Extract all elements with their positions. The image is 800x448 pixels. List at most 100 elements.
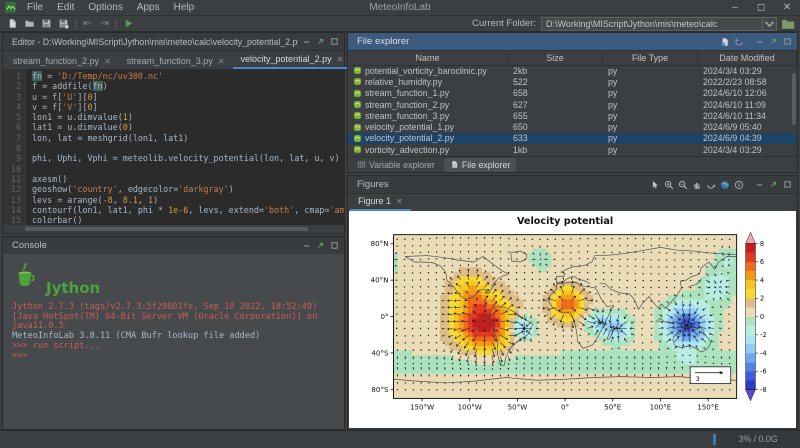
y-tick-label: 80°N — [371, 239, 389, 248]
editor-tab-stream_function_2[interactable]: stream_function_2.py✕ — [5, 53, 119, 69]
code-line: geoshow('country', edgecolor='darkgray') — [32, 184, 344, 194]
code-line: fn = 'D:/Temp/nc/uv300.nc' — [32, 71, 344, 81]
editor-panel-header: Editor - D:\Working\MIScript\Jython\mis\… — [3, 33, 344, 51]
menu-file[interactable]: File — [20, 2, 50, 13]
file-row[interactable]: relative_humidity.py522py2022/2/23 08:58 — [348, 76, 797, 87]
file-row[interactable]: stream_function_2.py627py2024/6/10 11:09 — [348, 99, 797, 110]
python-file-icon — [353, 145, 362, 154]
memory-label: 3% / 0.0G — [716, 431, 800, 448]
file-row[interactable]: vorticity_advection.py1kbpy2024/3/4 03:2… — [348, 144, 797, 155]
file-modified: 2024/6/10 11:09 — [703, 100, 766, 110]
colorbar-tick-label: 4 — [760, 276, 764, 284]
line-number: 12 — [3, 184, 21, 194]
editor-tab-stream_function_3[interactable]: stream_function_3.py✕ — [119, 53, 233, 69]
bottom-tab-label: File explorer — [462, 160, 510, 170]
window-minimize-button[interactable]: – — [722, 0, 748, 15]
undo-button[interactable] — [79, 17, 96, 30]
rotate-icon[interactable] — [706, 180, 716, 190]
file-modified: 2024/3/4 03:29 — [703, 145, 762, 155]
colorbar-extend-over — [746, 232, 756, 243]
tab-close-icon[interactable]: ✕ — [104, 57, 111, 66]
save-as-button[interactable] — [55, 17, 72, 30]
file-list-scrollbar[interactable] — [792, 73, 796, 125]
line-number: 5 — [3, 112, 21, 122]
panel-minimize-icon[interactable] — [755, 37, 764, 46]
column-header-file-type[interactable]: File Type — [603, 53, 698, 63]
file-row[interactable]: velocity_potential_1.py650py2024/6/9 05:… — [348, 121, 797, 132]
file-type: py — [608, 145, 617, 155]
window-controls: – ◻ ✕ — [722, 0, 800, 15]
file-row[interactable]: stream_function_3.py655py2024/6/10 11:34 — [348, 110, 797, 121]
pan-hand-icon[interactable] — [692, 180, 702, 190]
column-header-date-modified[interactable]: Date Modified — [698, 53, 797, 63]
window-maximize-button[interactable]: ◻ — [748, 0, 774, 15]
tab-close-icon[interactable]: ✕ — [396, 197, 403, 206]
panel-minimize-icon[interactable] — [302, 241, 311, 250]
panel-float-icon[interactable] — [769, 180, 778, 189]
panel-maximize-icon[interactable] — [330, 241, 339, 250]
file-modified: 2024/6/10 11:34 — [703, 111, 766, 121]
column-header-size[interactable]: Size — [508, 53, 603, 63]
tab-figure-1[interactable]: Figure 1 ✕ — [350, 193, 411, 211]
y-tick-label: 40°N — [371, 276, 389, 285]
panel-maximize-icon[interactable] — [783, 180, 792, 189]
file-row[interactable]: potential_vorticity_baroclinic.py2kbpy20… — [348, 65, 797, 76]
line-number: 15 — [3, 215, 21, 225]
main-toolbar: Current Folder: D:\Working\MIScript\Jyth… — [0, 16, 800, 32]
y-tick-label: 0° — [380, 312, 388, 321]
file-row[interactable]: stream_function_1.py658py2024/6/10 12:06 — [348, 88, 797, 99]
globe-icon[interactable] — [720, 180, 730, 190]
redo-button[interactable] — [96, 17, 113, 30]
info-icon[interactable] — [734, 180, 744, 190]
zoom-in-icon[interactable] — [664, 180, 674, 190]
run-button[interactable] — [120, 17, 137, 30]
code-text[interactable]: fn = 'D:/Temp/nc/uv300.nc'f = addfile(fn… — [26, 69, 344, 225]
file-size: 627 — [513, 100, 528, 110]
file-name: relative_humidity.py — [365, 77, 442, 87]
python-file-icon — [353, 89, 362, 98]
open-folder-button[interactable] — [21, 17, 38, 30]
editor-tab-bar: stream_function_2.py✕stream_function_3.p… — [3, 51, 344, 70]
editor-tab-velocity_potential_2[interactable]: velocity_potential_2.py✕ — [233, 51, 352, 69]
line-number: 6 — [3, 122, 21, 132]
variable-explorer-icon — [357, 160, 366, 169]
figure-canvas[interactable]: 3150°W100°W50°W0°50°E100°E150°E80°N40°N0… — [349, 211, 796, 428]
menu-apps[interactable]: Apps — [130, 2, 167, 13]
save-button[interactable] — [38, 17, 55, 30]
refresh-icon[interactable] — [734, 37, 744, 47]
panel-minimize-icon[interactable] — [755, 180, 764, 189]
zoom-out-icon[interactable] — [678, 180, 688, 190]
bottom-tab-variable-explorer[interactable]: Variable explorer — [351, 158, 441, 172]
tab-close-icon[interactable]: ✕ — [218, 57, 225, 66]
menu-help[interactable]: Help — [167, 2, 202, 13]
new-folder-icon[interactable] — [720, 37, 730, 47]
menu-edit[interactable]: Edit — [50, 2, 81, 13]
panel-maximize-icon[interactable] — [783, 37, 792, 46]
tab-close-icon[interactable]: ✕ — [337, 55, 344, 64]
code-editor[interactable]: 123456789101112131415 fn = 'D:/Temp/nc/u… — [3, 69, 344, 225]
select-arrow-icon[interactable] — [650, 180, 660, 190]
file-row[interactable]: velocity_potential_2.py633py2024/6/9 04:… — [348, 133, 797, 144]
panel-float-icon[interactable] — [769, 37, 778, 46]
column-header-name[interactable]: Name — [348, 53, 508, 63]
python-file-icon — [353, 123, 362, 132]
explorer-bottom-tabs: Variable explorer File explorer — [348, 156, 797, 172]
menu-options[interactable]: Options — [81, 2, 129, 13]
new-file-button[interactable] — [4, 17, 21, 30]
console-output[interactable]: Jython Jython 2.7.3 (tags/v2.7.3:5f29801… — [3, 254, 344, 429]
code-line — [32, 164, 344, 174]
file-size: 522 — [513, 77, 528, 87]
browse-folder-button[interactable] — [780, 17, 796, 30]
current-folder-combobox[interactable]: D:\Working\MIScript\Jython\mis\meteo\cal… — [541, 17, 777, 31]
panel-minimize-icon[interactable] — [302, 37, 311, 46]
bottom-tab-file-explorer[interactable]: File explorer — [444, 158, 516, 172]
file-modified: 2024/6/10 12:06 — [703, 88, 767, 98]
chevron-down-icon[interactable] — [762, 18, 776, 30]
window-close-button[interactable]: ✕ — [774, 0, 800, 15]
panel-float-icon[interactable] — [316, 37, 325, 46]
file-size: 2kb — [513, 66, 527, 76]
panel-float-icon[interactable] — [316, 241, 325, 250]
status-bar: 3% / 0.0G — [0, 430, 800, 448]
editor-horizontal-scrollbar[interactable] — [25, 227, 308, 231]
panel-maximize-icon[interactable] — [330, 37, 339, 46]
